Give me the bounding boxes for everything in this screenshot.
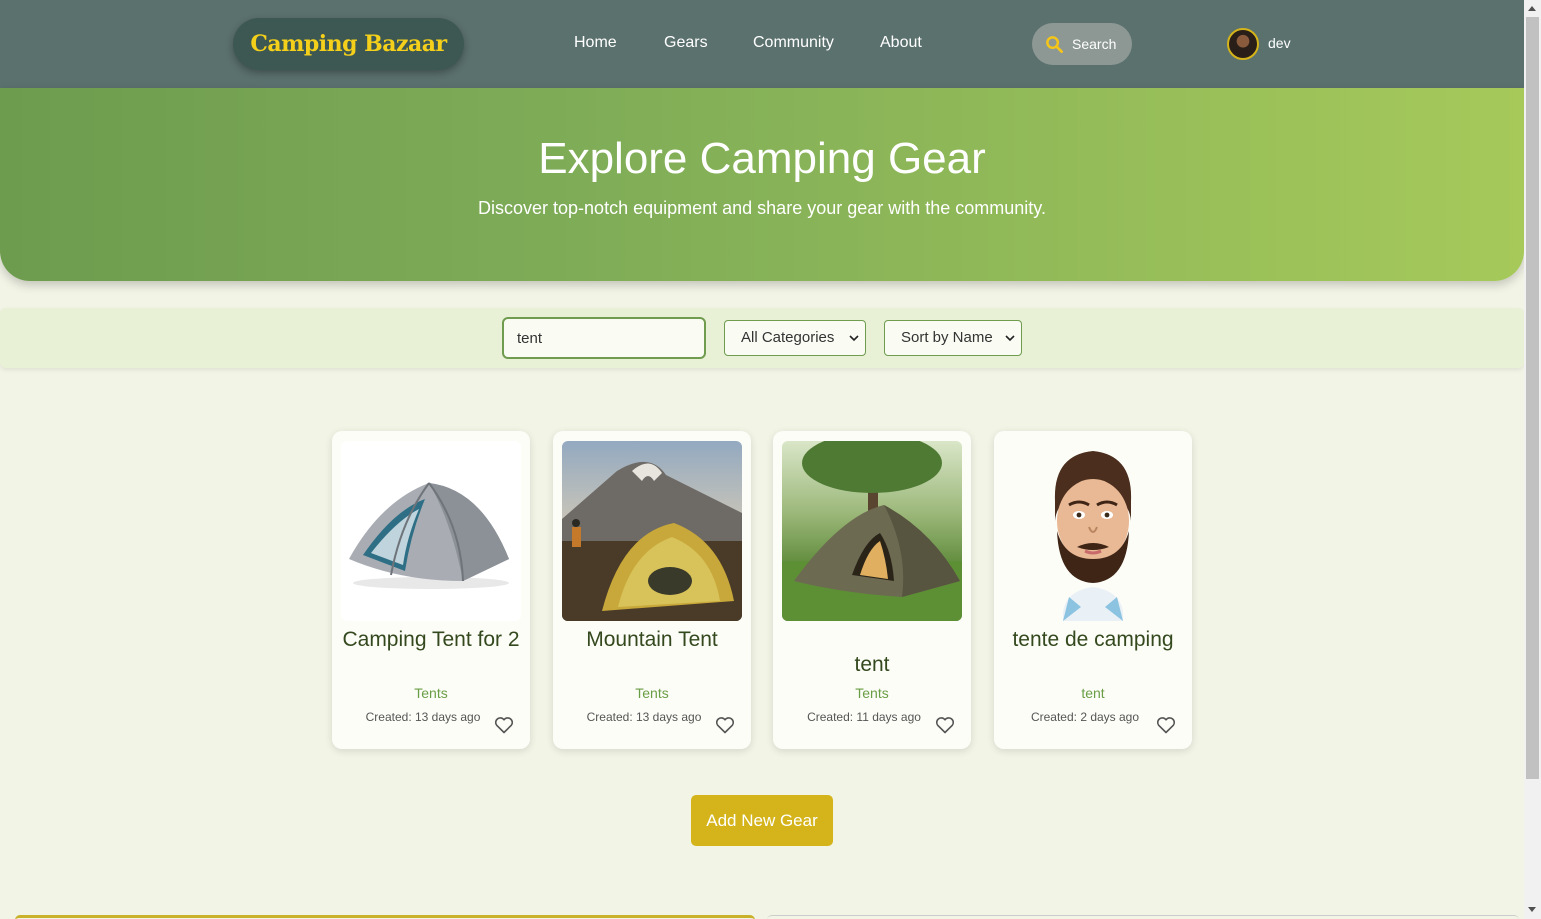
search-button-label: Search	[1072, 36, 1117, 52]
gear-image-grey-dome-tent[interactable]	[341, 441, 521, 621]
gear-category: Tents	[855, 685, 889, 701]
category-select[interactable]: All Categories	[724, 320, 866, 356]
nav-link-community[interactable]: Community	[753, 34, 834, 52]
gear-title[interactable]: tent	[783, 652, 961, 677]
gear-category: Tents	[414, 685, 448, 701]
heart-icon[interactable]	[494, 716, 514, 734]
gear-card[interactable]: tente de camping tent Created: 2 days ag…	[994, 431, 1192, 749]
sort-select[interactable]: Sort by Name	[884, 320, 1022, 356]
gear-image-green-field-tent[interactable]	[782, 441, 962, 621]
search-icon	[1046, 35, 1063, 53]
vertical-scrollbar[interactable]	[1524, 0, 1541, 919]
gear-card[interactable]: Camping Tent for 2 Tents Created: 13 day…	[332, 431, 530, 749]
gear-title[interactable]: tente de camping	[1004, 627, 1182, 652]
gear-image-mountain-camp-tent[interactable]	[562, 441, 742, 621]
gear-title[interactable]: Camping Tent for 2	[342, 627, 520, 652]
avatar[interactable]	[1227, 28, 1259, 60]
gear-category: tent	[1081, 685, 1105, 701]
gear-search-input[interactable]	[502, 317, 706, 359]
hero-title: Explore Camping Gear	[538, 134, 986, 183]
scroll-down-arrow-icon[interactable]	[1528, 907, 1536, 912]
nav-link-home[interactable]: Home	[574, 34, 617, 52]
page: Camping Bazaar Home Gears Community Abou…	[0, 0, 1524, 919]
hero-subtitle: Discover top-notch equipment and share y…	[478, 198, 1046, 218]
heart-icon[interactable]	[715, 716, 735, 734]
gear-category: Tents	[635, 685, 669, 701]
bottom-panel-right	[767, 915, 1519, 919]
nav-link-gears[interactable]: Gears	[664, 34, 708, 52]
chevron-down-icon	[1005, 335, 1015, 342]
gear-card[interactable]: Mountain Tent Tents Created: 13 days ago	[553, 431, 751, 749]
bottom-panel-left	[15, 915, 755, 919]
search-button[interactable]: Search	[1032, 23, 1132, 65]
sort-select-value: Sort by Name	[901, 329, 993, 346]
gear-card[interactable]: tent Tents Created: 11 days ago	[773, 431, 971, 749]
scroll-up-arrow-icon[interactable]	[1528, 6, 1536, 11]
chevron-down-icon	[849, 335, 859, 342]
gear-image-bearded-man-caricature[interactable]	[1003, 441, 1183, 621]
nav-link-about[interactable]: About	[880, 34, 922, 52]
username[interactable]: dev	[1268, 35, 1291, 51]
filter-bar: All Categories Sort by Name	[0, 308, 1524, 368]
hero-banner: Explore Camping Gear Discover top-notch …	[0, 88, 1524, 281]
scrollbar-thumb[interactable]	[1526, 17, 1539, 779]
top-navbar: Camping Bazaar Home Gears Community Abou…	[0, 0, 1524, 88]
heart-icon[interactable]	[1156, 716, 1176, 734]
site-logo[interactable]: Camping Bazaar	[233, 18, 464, 70]
category-select-value: All Categories	[741, 329, 835, 346]
add-new-gear-button[interactable]: Add New Gear	[691, 795, 833, 846]
heart-icon[interactable]	[935, 716, 955, 734]
gear-title[interactable]: Mountain Tent	[563, 627, 741, 652]
